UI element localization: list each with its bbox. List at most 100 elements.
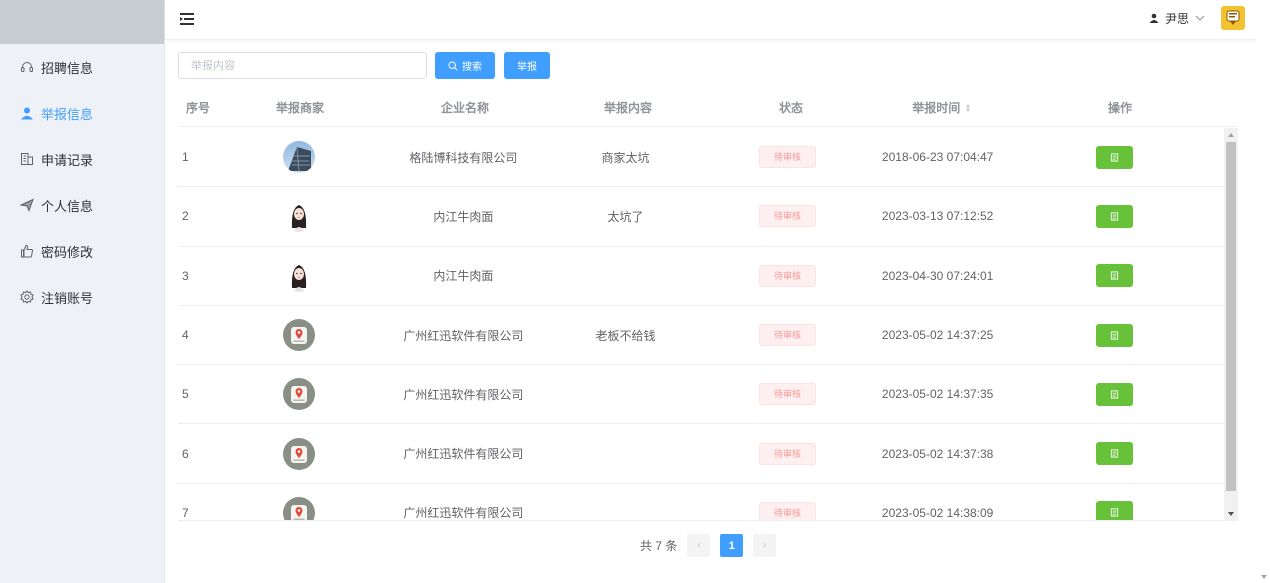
row-index: 2: [182, 209, 189, 224]
sidebar-logo-area: [0, 0, 164, 44]
top-header: 尹思: [165, 0, 1257, 40]
search-button[interactable]: 搜索: [435, 52, 495, 79]
sidebar-item-2[interactable]: 申请记录: [0, 136, 164, 182]
table-body: 1 格陆博科技有限公司 商家太坑 待审核 2018-06-23 07:04:47 2 内江牛…: [178, 128, 1224, 521]
report-time: 2023-03-13 07:12:52: [881, 209, 994, 224]
page-scroll-down-icon[interactable]: [1260, 573, 1268, 581]
sort-icon[interactable]: ⇕: [964, 103, 972, 114]
table-scrollbar[interactable]: [1224, 128, 1238, 521]
status-cell: 待审核: [705, 324, 870, 347]
company-name: 内江牛肉面: [433, 209, 494, 224]
sidebar: 招聘信息举报信息申请记录个人信息密码修改注销账号: [0, 0, 165, 583]
report-time: 2023-05-02 14:37:25: [881, 328, 994, 343]
scroll-up-icon[interactable]: [1227, 131, 1235, 139]
status-badge: 待审核: [759, 501, 816, 520]
hamburger-icon[interactable]: [179, 11, 195, 27]
chevron-down-icon: [1195, 15, 1205, 21]
pagination: 共 7 条 ‹ 1 ›: [640, 534, 777, 557]
user-icon: [20, 106, 34, 120]
table-row: 1 格陆博科技有限公司 商家太坑 待审核 2018-06-23 07:04:47: [178, 128, 1224, 188]
column-header-merchant: 举报商家: [275, 100, 324, 115]
report-button[interactable]: 举报: [504, 52, 550, 79]
document-icon: [1110, 449, 1119, 458]
column-header-company: 企业名称: [440, 100, 489, 115]
report-time: 2018-06-23 07:04:47: [881, 150, 994, 165]
sidebar-item-1[interactable]: 举报信息: [0, 90, 164, 136]
table-row: 6 广州红迅软件有限公司 待审核 2023-05-02 14:37:38: [178, 424, 1224, 484]
table-row: 4 广州红迅软件有限公司 老板不给钱 待审核 2023-05-02 14:37:25: [178, 306, 1224, 366]
page-number-current[interactable]: 1: [720, 534, 744, 557]
table-row: 5 广州红迅软件有限公司 待审核 2023-05-02 14:37:35: [178, 365, 1224, 425]
search-input[interactable]: [178, 52, 427, 79]
company-name: 格陆博科技有限公司: [409, 150, 518, 165]
merchant-cell: [218, 319, 381, 352]
status-badge: 待审核: [759, 264, 816, 287]
merchant-cell: [218, 437, 381, 470]
sidebar-item-5[interactable]: 注销账号: [0, 274, 164, 320]
search-icon: [448, 60, 458, 71]
next-page-button[interactable]: ›: [753, 534, 777, 557]
view-detail-button[interactable]: [1096, 442, 1134, 466]
view-detail-button[interactable]: [1096, 264, 1134, 288]
company-name: 广州红迅软件有限公司: [403, 328, 524, 343]
status-cell: 待审核: [705, 264, 870, 287]
merchant-avatar: [283, 496, 316, 520]
user-icon: [1149, 13, 1159, 23]
settings-icon: [20, 290, 34, 304]
column-header-time[interactable]: 举报时间 ⇕: [874, 99, 1010, 116]
merchant-cell: [218, 378, 381, 411]
user-menu[interactable]: 尹思: [1149, 6, 1245, 30]
merchant-avatar: [283, 319, 316, 352]
scrollbar-thumb[interactable]: [1226, 142, 1236, 491]
sidebar-item-label: 招聘信息: [41, 60, 94, 76]
report-table: 序号 举报商家 企业名称 举报内容 状态 举报时间 ⇕ 操作 1 格陆博科技有限公司…: [178, 88, 1238, 521]
merchant-avatar: [283, 378, 316, 411]
building-icon: [20, 152, 34, 166]
report-time: 2023-05-02 14:38:09: [881, 505, 994, 520]
document-icon: [1110, 390, 1119, 399]
table-header: 序号 举报商家 企业名称 举报内容 状态 举报时间 ⇕ 操作: [178, 88, 1238, 127]
view-detail-button[interactable]: [1096, 382, 1134, 406]
search-button-label: 搜索: [462, 62, 482, 73]
view-detail-button[interactable]: [1096, 145, 1134, 169]
toolbar: 搜索 举报: [178, 52, 550, 79]
row-index: 4: [182, 328, 189, 343]
sidebar-item-4[interactable]: 密码修改: [0, 228, 164, 274]
report-content: 太坑了: [607, 209, 644, 224]
status-badge: 待审核: [759, 324, 816, 347]
row-index: 5: [182, 387, 189, 402]
column-header-operation: 操作: [1107, 100, 1132, 115]
column-header-index: 序号: [186, 100, 211, 115]
merchant-cell: [218, 259, 381, 292]
view-detail-button[interactable]: [1096, 323, 1134, 347]
page-scrollbar[interactable]: [1257, 0, 1270, 583]
report-button-label: 举报: [517, 62, 537, 73]
sidebar-item-3[interactable]: 个人信息: [0, 182, 164, 228]
report-time: 2023-05-02 14:37:35: [881, 387, 994, 402]
sidebar-item-label: 密码修改: [41, 244, 94, 260]
headset-icon: [20, 60, 34, 74]
status-cell: 待审核: [705, 501, 870, 520]
merchant-avatar: [283, 141, 316, 174]
company-name: 广州红迅软件有限公司: [403, 387, 524, 402]
sidebar-item-label: 申请记录: [41, 152, 94, 168]
avatar[interactable]: [1221, 6, 1245, 30]
row-index: 7: [182, 505, 189, 520]
document-icon: [1110, 508, 1119, 517]
view-detail-button[interactable]: [1096, 204, 1134, 228]
view-detail-button[interactable]: [1096, 501, 1134, 520]
company-name: 广州红迅软件有限公司: [403, 506, 524, 521]
scroll-down-icon[interactable]: [1227, 510, 1235, 518]
status-badge: 待审核: [759, 146, 816, 169]
status-cell: 待审核: [705, 205, 870, 228]
document-icon: [1110, 330, 1119, 340]
status-cell: 待审核: [705, 442, 870, 465]
operation-cell: [1005, 501, 1224, 520]
main-content: 搜索 举报 序号 举报商家 企业名称 举报内容 状态 举报时间⇕ 操作 1 格陆博…: [165, 40, 1257, 583]
operation-cell: [1005, 323, 1224, 347]
table-row: 2 内江牛肉面 太坑了 待审核 2023-03-13 07:12:52: [178, 187, 1224, 247]
sidebar-item-0[interactable]: 招聘信息: [0, 44, 164, 90]
operation-cell: [1005, 382, 1224, 406]
document-icon: [1110, 271, 1119, 280]
prev-page-button[interactable]: ‹: [687, 534, 711, 557]
